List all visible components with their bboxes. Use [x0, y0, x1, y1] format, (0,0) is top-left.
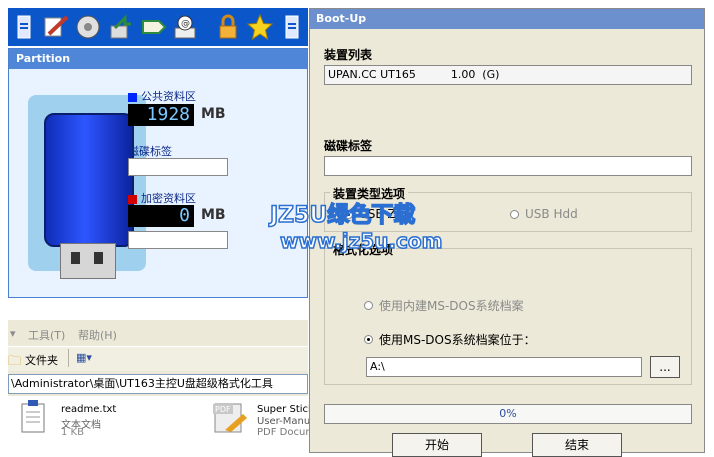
- disk-label-caption: 磁碟标签: [128, 145, 172, 158]
- progress-bar: 0%: [324, 404, 692, 424]
- pen-icon[interactable]: [42, 12, 70, 42]
- views-icon[interactable]: ▦▾: [76, 351, 92, 364]
- progress-text: 0%: [499, 407, 517, 420]
- device-list-label: 装置列表: [324, 48, 373, 62]
- start-button[interactable]: 开始: [392, 433, 482, 457]
- file-name[interactable]: Super Stick: [257, 404, 314, 415]
- public-area-label: 公共资料区: [128, 88, 196, 104]
- partition-panel: Partition 公共资料区 1928 MB 磁碟标签 加密资料区 0 MB: [8, 48, 308, 298]
- file-size: 1 KB: [61, 427, 84, 438]
- partition-title: Partition: [9, 49, 307, 69]
- drive-icon[interactable]: [10, 12, 38, 42]
- text-file-icon[interactable]: [20, 400, 46, 437]
- tag-icon[interactable]: [140, 12, 168, 42]
- folder-icon: 🗀: [8, 354, 22, 369]
- toolbar-divider: [68, 349, 69, 367]
- radio-selected-icon: [364, 335, 373, 344]
- pdf-file-icon[interactable]: PDF: [213, 400, 249, 437]
- disk-label-field[interactable]: [128, 158, 228, 176]
- star-icon[interactable]: [246, 12, 274, 42]
- menu-indicator: ▾: [10, 327, 16, 340]
- svg-text:PDF: PDF: [215, 405, 231, 414]
- encrypted-field[interactable]: [128, 231, 228, 249]
- usb-zip-radio[interactable]: USB Zip: [344, 207, 407, 221]
- public-size-display: 1928: [128, 104, 194, 126]
- usb-capacity-bar: [44, 113, 134, 247]
- lock-icon[interactable]: [214, 12, 242, 42]
- dos-location-radio[interactable]: 使用MS-DOS系统档案位于：: [364, 331, 536, 348]
- browse-button[interactable]: ...: [650, 356, 680, 378]
- svg-text:@: @: [181, 19, 190, 29]
- toolbar: @: [8, 8, 308, 46]
- radio-selected-icon: [344, 209, 353, 219]
- explorer-toolbar: 🗀 文件夹 ▦▾: [8, 346, 308, 371]
- menu-help[interactable]: 帮助(H): [78, 327, 117, 343]
- drive-icon[interactable]: [278, 12, 306, 42]
- encrypted-size-display: 0: [128, 205, 194, 227]
- disk-label-input[interactable]: [324, 156, 692, 176]
- radio-unselected-icon: [364, 301, 373, 310]
- disk-label-label: 磁碟标签: [324, 139, 373, 153]
- builtin-dos-radio[interactable]: 使用内建MS-DOS系统档案: [364, 297, 524, 314]
- address-bar[interactable]: \Administrator\桌面\UT163主控U盘超级格式化工具: [8, 374, 308, 394]
- format-options-label: 格式化选项: [330, 241, 397, 258]
- close-button[interactable]: 结束: [532, 433, 622, 457]
- usb-connector: [60, 243, 116, 279]
- file-list: readme.txt 文本文档 1 KB PDF Super Stick Use…: [8, 396, 331, 453]
- bootup-dialog: Boot-Up 装置列表 UPAN.CC UT165 1.00 (G) 磁碟标签…: [309, 8, 705, 457]
- dos-path-input[interactable]: A:\: [366, 357, 642, 377]
- blue-swatch-icon: [128, 92, 137, 102]
- encrypted-area-label: 加密资料区: [128, 190, 196, 206]
- menu-tools[interactable]: 工具(T): [28, 327, 65, 343]
- radio-unselected-icon: [510, 209, 519, 219]
- red-swatch-icon: [128, 194, 137, 204]
- device-type-label: 装置类型选项: [330, 185, 409, 202]
- folders-button[interactable]: 文件夹: [25, 352, 58, 368]
- device-list[interactable]: UPAN.CC UT165 1.00 (G): [324, 65, 692, 85]
- explorer-window: ▾ 工具(T) 帮助(H) 🗀 文件夹 ▦▾ \Administrator\桌面…: [8, 320, 331, 453]
- email-icon[interactable]: @: [172, 12, 200, 42]
- disk-icon[interactable]: [74, 12, 102, 42]
- file-name[interactable]: readme.txt: [61, 404, 116, 415]
- arrow-icon[interactable]: [106, 12, 134, 42]
- bootup-title: Boot-Up: [310, 9, 704, 29]
- usb-hdd-radio[interactable]: USB Hdd: [510, 207, 578, 221]
- encrypted-size-unit: MB: [201, 207, 226, 223]
- public-size-unit: MB: [201, 106, 226, 122]
